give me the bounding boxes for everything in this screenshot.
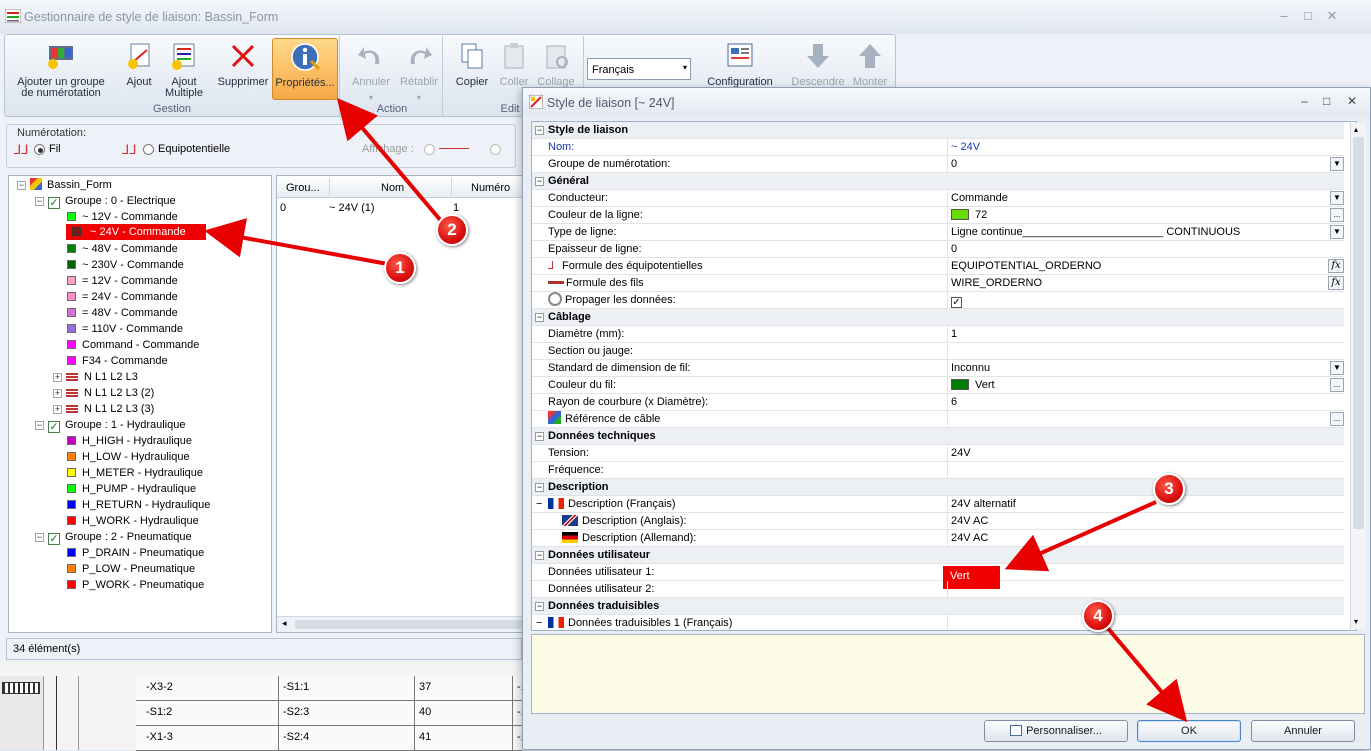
- arrow-2: [336, 97, 444, 224]
- annotation-badge-2: 2: [436, 214, 468, 246]
- arrow-3: [1004, 500, 1157, 572]
- annotation-arrows: [204, 97, 1188, 723]
- arrow-1: [204, 218, 389, 266]
- annotation-badge-1: 1: [384, 252, 416, 284]
- annotation-badge-3: 3: [1153, 473, 1185, 505]
- annotation-badge-4: 4: [1082, 600, 1114, 632]
- arrow-4: [1104, 624, 1188, 723]
